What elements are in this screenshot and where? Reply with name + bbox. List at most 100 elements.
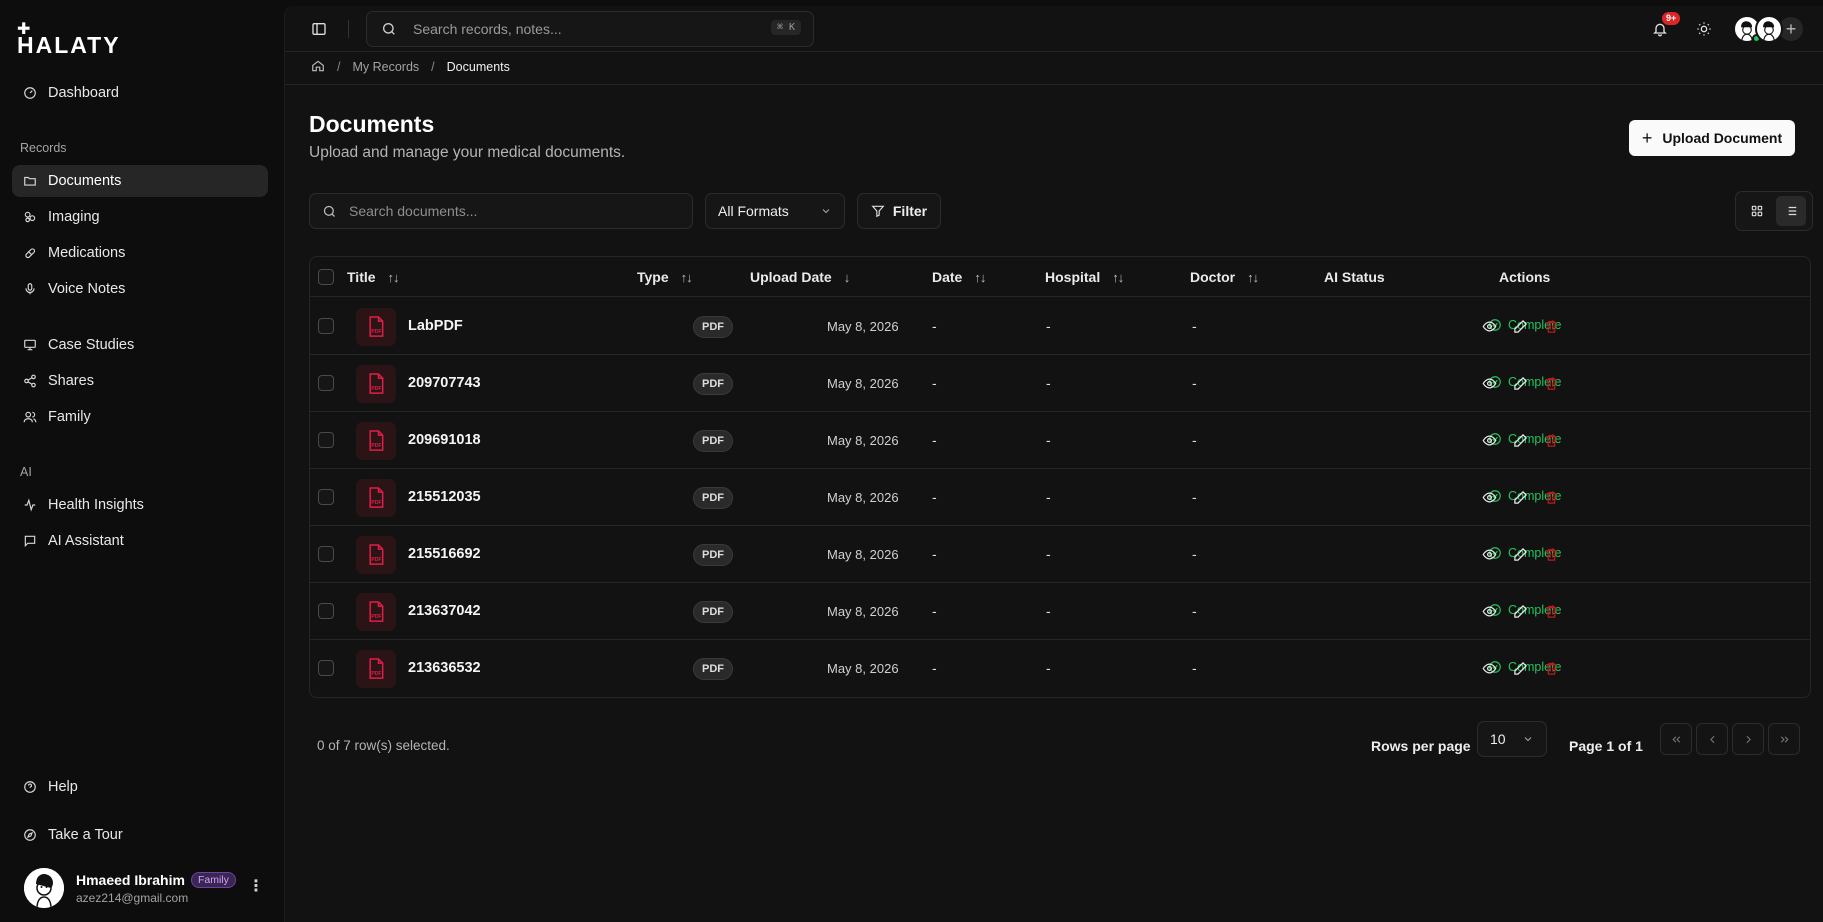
- sidebar-item-case-studies[interactable]: Case Studies: [12, 329, 268, 361]
- sidebar-item-dashboard[interactable]: Dashboard: [12, 77, 268, 109]
- more-options-icon[interactable]: ⋮: [248, 876, 264, 896]
- select-all-checkbox[interactable]: [318, 269, 334, 285]
- table-row[interactable]: PDF 209707743 PDF May 8, 2026- - - Complete: [310, 355, 1810, 412]
- column-label: Type: [637, 269, 669, 285]
- sort-icon[interactable]: ↑↓: [1247, 270, 1259, 285]
- delete-button[interactable]: [1543, 603, 1559, 619]
- table-row[interactable]: PDF LabPDF PDF May 8, 2026- - - Complete: [310, 298, 1810, 355]
- sidebar-item-imaging[interactable]: Imaging: [12, 201, 268, 233]
- delete-button[interactable]: [1543, 546, 1559, 562]
- global-search-input[interactable]: Search records, notes... ⌘ K: [366, 11, 814, 47]
- edit-button[interactable]: [1512, 603, 1528, 619]
- view-button[interactable]: [1481, 375, 1497, 391]
- sidebar-toggle-icon[interactable]: [311, 21, 327, 37]
- delete-button[interactable]: [1543, 375, 1559, 391]
- document-title[interactable]: 213637042: [408, 603, 481, 619]
- rows-per-page-select[interactable]: 10: [1477, 721, 1547, 757]
- next-page-button[interactable]: [1732, 723, 1764, 755]
- user-profile[interactable]: Hmaeed Ibrahim Family azez214@gmail.com: [24, 864, 264, 912]
- sidebar-item-ai-assistant[interactable]: AI Assistant: [12, 525, 268, 557]
- first-page-button[interactable]: [1660, 723, 1692, 755]
- view-button[interactable]: [1481, 318, 1497, 334]
- delete-button[interactable]: [1543, 318, 1559, 334]
- table-row[interactable]: PDF 213636532 PDF May 8, 2026- - - Complete: [310, 640, 1810, 697]
- sidebar-item-family[interactable]: Family: [12, 401, 268, 433]
- document-title[interactable]: 213636532: [408, 660, 481, 676]
- row-checkbox[interactable]: [318, 603, 334, 619]
- family-avatars[interactable]: +: [1733, 15, 1805, 43]
- column-header-date[interactable]: Date ↑↓: [932, 269, 986, 285]
- column-header-upload-date[interactable]: Upload Date ↓: [750, 269, 850, 285]
- sidebar-item-help[interactable]: Help: [12, 771, 268, 803]
- sidebar-item-documents[interactable]: Documents: [12, 165, 268, 197]
- document-title[interactable]: 215512035: [408, 489, 481, 505]
- sort-icon[interactable]: ↑↓: [388, 270, 400, 285]
- format-select[interactable]: All Formats: [705, 193, 845, 229]
- sidebar-item-take-a-tour[interactable]: Take a Tour: [12, 819, 268, 851]
- document-search-input[interactable]: Search documents...: [309, 193, 693, 229]
- column-label: Title: [347, 269, 376, 285]
- view-button[interactable]: [1481, 489, 1497, 505]
- edit-button[interactable]: [1512, 432, 1528, 448]
- notifications-button[interactable]: 9+: [1645, 12, 1681, 44]
- document-title[interactable]: 209691018: [408, 432, 481, 448]
- previous-page-button[interactable]: [1696, 723, 1728, 755]
- delete-button[interactable]: [1543, 660, 1559, 676]
- divider: [285, 84, 1823, 85]
- folder-icon: [22, 173, 38, 189]
- edit-button[interactable]: [1512, 489, 1528, 505]
- sidebar-item-label: Shares: [48, 373, 94, 389]
- app-logo[interactable]: ✚ HALATY: [17, 22, 121, 59]
- avatar[interactable]: [1755, 15, 1783, 43]
- sort-icon[interactable]: ↑↓: [1112, 270, 1124, 285]
- pdf-file-icon: PDF: [356, 650, 396, 688]
- breadcrumb-my-records[interactable]: My Records: [352, 60, 419, 74]
- edit-button[interactable]: [1512, 660, 1528, 676]
- table-row[interactable]: PDF 215516692 PDF May 8, 2026- - - Complete: [310, 526, 1810, 583]
- document-title[interactable]: 215516692: [408, 546, 481, 562]
- home-icon[interactable]: [311, 59, 325, 76]
- row-checkbox[interactable]: [318, 432, 334, 448]
- grid-view-button[interactable]: [1742, 196, 1772, 226]
- edit-button[interactable]: [1512, 546, 1528, 562]
- upload-date: May 8, 2026: [827, 661, 899, 676]
- sort-icon[interactable]: ↑↓: [681, 270, 693, 285]
- column-header-doctor[interactable]: Doctor ↑↓: [1190, 269, 1259, 285]
- delete-button[interactable]: [1543, 489, 1559, 505]
- sidebar-item-medications[interactable]: Medications: [12, 237, 268, 269]
- sidebar-item-shares[interactable]: Shares: [12, 365, 268, 397]
- page-indicator: Page 1 of 1: [1569, 738, 1643, 754]
- document-title[interactable]: LabPDF: [408, 318, 463, 334]
- list-view-button[interactable]: [1776, 196, 1806, 226]
- column-header-title[interactable]: Title ↑↓: [347, 269, 400, 285]
- microphone-icon: [22, 281, 38, 297]
- filter-button[interactable]: Filter: [857, 193, 941, 229]
- table-row[interactable]: PDF 213637042 PDF May 8, 2026- - - Complete: [310, 583, 1810, 640]
- view-button[interactable]: [1481, 432, 1497, 448]
- edit-button[interactable]: [1512, 375, 1528, 391]
- edit-button[interactable]: [1512, 318, 1528, 334]
- sidebar-item-health-insights[interactable]: Health Insights: [12, 489, 268, 521]
- table-row[interactable]: PDF 209691018 PDF May 8, 2026- - - Complete: [310, 412, 1810, 469]
- sidebar-item-voice-notes[interactable]: Voice Notes: [12, 273, 268, 305]
- row-checkbox[interactable]: [318, 546, 334, 562]
- theme-toggle-button[interactable]: [1689, 14, 1719, 44]
- view-button[interactable]: [1481, 603, 1497, 619]
- delete-button[interactable]: [1543, 432, 1559, 448]
- upload-document-button[interactable]: + Upload Document: [1629, 120, 1795, 156]
- table-row[interactable]: PDF 215512035 PDF May 8, 2026- - - Complete: [310, 469, 1810, 526]
- view-button[interactable]: [1481, 546, 1497, 562]
- row-checkbox[interactable]: [318, 660, 334, 676]
- notification-count-badge: 9+: [1662, 12, 1681, 25]
- upload-date: May 8, 2026: [827, 376, 899, 391]
- sort-icon[interactable]: ↑↓: [974, 270, 986, 285]
- row-checkbox[interactable]: [318, 489, 334, 505]
- sort-desc-icon[interactable]: ↓: [844, 270, 850, 285]
- row-checkbox[interactable]: [318, 375, 334, 391]
- column-header-type[interactable]: Type ↑↓: [637, 269, 693, 285]
- document-title[interactable]: 209707743: [408, 375, 481, 391]
- row-checkbox[interactable]: [318, 318, 334, 334]
- column-header-hospital[interactable]: Hospital ↑↓: [1045, 269, 1124, 285]
- last-page-button[interactable]: [1768, 723, 1800, 755]
- view-button[interactable]: [1481, 660, 1497, 676]
